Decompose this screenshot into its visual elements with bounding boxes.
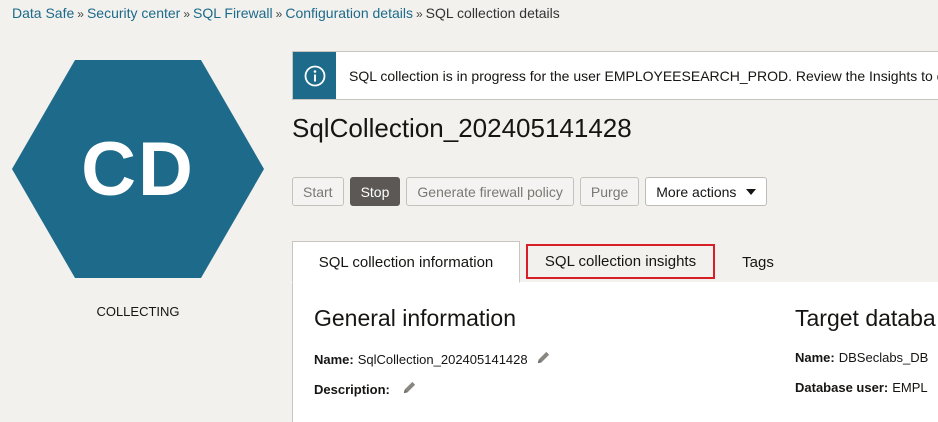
breadcrumb-security-center[interactable]: Security center: [87, 5, 180, 21]
banner-message: SQL collection is in progress for the us…: [349, 67, 938, 84]
start-button[interactable]: Start: [292, 177, 344, 206]
info-icon: [293, 52, 336, 99]
breadcrumb-data-safe[interactable]: Data Safe: [12, 5, 74, 21]
edit-name-pencil-icon[interactable]: [536, 350, 551, 368]
tab-sql-collection-insights[interactable]: SQL collection insights: [526, 244, 715, 279]
name-field: Name: SqlCollection_202405141428: [314, 350, 551, 368]
resource-badge: CD: [12, 60, 264, 278]
general-information-heading: General information: [314, 305, 516, 331]
more-actions-label: More actions: [656, 183, 737, 200]
target-name-value: DBSeclabs_DB: [838, 350, 929, 365]
tab-bar: SQL collection information SQL collectio…: [292, 241, 938, 283]
stop-button[interactable]: Stop: [349, 177, 401, 206]
database-user-value: EMPL: [892, 380, 928, 395]
tab-tags[interactable]: Tags: [726, 241, 790, 283]
action-toolbar: Start Stop Generate firewall policy Purg…: [292, 177, 768, 206]
name-label: Name:: [314, 351, 354, 367]
badge-initials: CD: [81, 126, 195, 212]
target-database-heading: Target databa: [795, 305, 936, 331]
purge-button[interactable]: Purge: [579, 177, 640, 206]
breadcrumb: Data Safe» Security center» SQL Firewall» C…: [12, 5, 560, 21]
chevron-down-icon: [746, 188, 757, 195]
breadcrumb-current: SQL collection details: [425, 5, 560, 21]
breadcrumb-configuration-details[interactable]: Configuration details: [285, 5, 413, 21]
description-field: Description:: [314, 380, 417, 398]
target-name-label: Name:: [795, 350, 835, 365]
target-name-field: Name: DBSeclabs_DB: [795, 350, 928, 365]
generate-firewall-policy-button[interactable]: Generate firewall policy: [406, 177, 574, 206]
breadcrumb-separator: »: [275, 7, 283, 21]
breadcrumb-separator: »: [77, 7, 84, 21]
breadcrumb-sql-firewall[interactable]: SQL Firewall: [193, 5, 273, 21]
description-label: Description:: [314, 381, 390, 397]
info-banner: SQL collection is in progress for the us…: [292, 51, 938, 100]
database-user-field: Database user: EMPL: [795, 380, 928, 395]
name-value: SqlCollection_202405141428: [357, 351, 528, 367]
edit-description-pencil-icon[interactable]: [402, 380, 417, 398]
database-user-label: Database user:: [795, 380, 889, 395]
content-panel: General information Name: SqlCollection_…: [292, 282, 938, 422]
breadcrumb-separator: »: [183, 7, 191, 21]
status-label: COLLECTING: [96, 304, 180, 319]
tab-sql-collection-information[interactable]: SQL collection information: [292, 241, 520, 283]
breadcrumb-separator: »: [415, 7, 423, 21]
page-title: SqlCollection_202405141428: [292, 113, 632, 143]
more-actions-button[interactable]: More actions: [645, 177, 768, 206]
